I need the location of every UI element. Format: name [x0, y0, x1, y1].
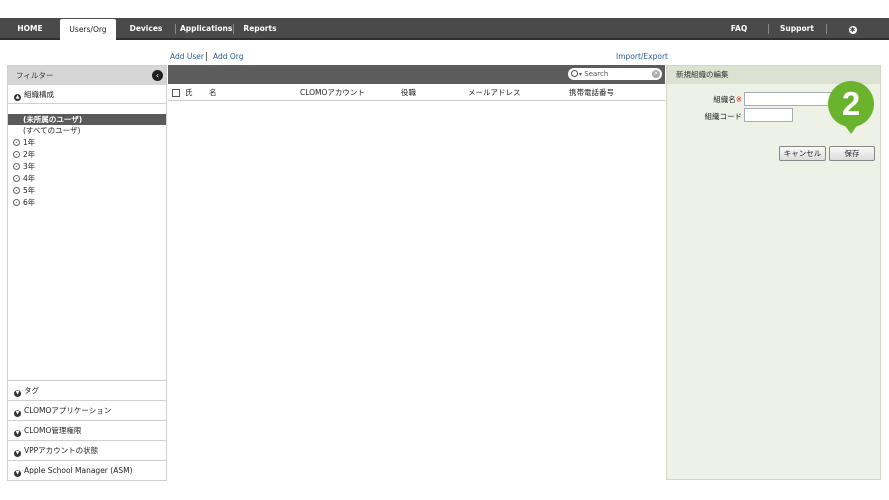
- import-export-link[interactable]: Import/Export: [616, 52, 668, 61]
- tree-item-grade[interactable]: 1年: [8, 137, 166, 149]
- tree-item-unassigned[interactable]: (未所属のユーザ): [8, 114, 166, 125]
- org-tree: (未所属のユーザ) (すべてのユーザ) 1年 2年 3年 4年 5年 6年: [8, 104, 166, 209]
- section-label: VPPアカウントの状態: [24, 446, 99, 455]
- save-button[interactable]: 保存: [829, 146, 875, 161]
- expand-circle-icon[interactable]: [13, 175, 20, 182]
- select-all-checkbox[interactable]: [172, 89, 180, 97]
- col-mobile[interactable]: 携帯電話番号: [569, 85, 614, 101]
- section-asm[interactable]: ▼ Apple School Manager (ASM): [8, 460, 166, 480]
- expand-down-icon: ▼: [14, 470, 21, 477]
- tree-item-grade[interactable]: 6年: [8, 197, 166, 209]
- tree-item-grade[interactable]: 3年: [8, 161, 166, 173]
- section-tags[interactable]: ▼ タグ: [8, 380, 166, 400]
- search-placeholder: Search: [584, 70, 609, 78]
- gear-icon: ✱: [848, 26, 857, 34]
- filter-sections: ▼ タグ ▼ CLOMOアプリケーション ▼ CLOMO管理権限 ▼ VPPアカウントの…: [8, 380, 166, 480]
- expand-circle-icon[interactable]: [13, 187, 20, 194]
- add-org-link[interactable]: Add Org: [213, 52, 244, 61]
- filter-title: フィルター: [16, 71, 54, 80]
- required-mark: ※: [735, 95, 742, 104]
- col-first-name[interactable]: 名: [209, 85, 217, 101]
- tree-item-label: 6年: [23, 198, 36, 207]
- expand-circle-icon[interactable]: [13, 163, 20, 170]
- tree-item-label: 2年: [23, 150, 36, 159]
- nav-reports[interactable]: Reports: [240, 18, 280, 40]
- expand-circle-icon[interactable]: [13, 151, 20, 158]
- org-code-label: 組織コード: [704, 112, 743, 121]
- nav-support[interactable]: Support: [778, 18, 816, 40]
- org-name-label: 組織名※: [713, 95, 742, 104]
- nav-settings[interactable]: ✱ Settings: [833, 18, 875, 55]
- nav-divider: [768, 24, 769, 34]
- nav-divider: [233, 24, 234, 34]
- step-callout-badge: 2: [828, 81, 874, 134]
- tree-item-label: 3年: [23, 162, 36, 171]
- tree-item-grade[interactable]: 5年: [8, 185, 166, 197]
- nav-settings-label: Settings: [836, 46, 872, 55]
- tree-item-all-users[interactable]: (すべてのユーザ): [8, 125, 166, 137]
- expand-down-icon: ▼: [14, 450, 21, 457]
- expand-circle-icon[interactable]: [13, 199, 20, 206]
- filter-panel: フィルター ‹ ▲ 組織構成 (未所属のユーザ) (すべてのユーザ) 1年 2年 …: [7, 65, 167, 481]
- search-input[interactable]: ▾ Search ×: [568, 68, 662, 80]
- clear-icon[interactable]: ×: [652, 70, 660, 78]
- list-toolbar: ▾ Search ×: [168, 65, 665, 84]
- expand-up-icon: ▲: [14, 94, 21, 101]
- section-vpp-status[interactable]: ▼ VPPアカウントの状態: [8, 440, 166, 460]
- expand-down-icon: ▼: [14, 410, 21, 417]
- cancel-button[interactable]: キャンセル: [779, 146, 826, 161]
- nav-users-org[interactable]: Users/Org: [60, 19, 116, 41]
- tree-item-label: 4年: [23, 174, 36, 183]
- nav-faq[interactable]: FAQ: [724, 18, 754, 40]
- section-clomo-permissions[interactable]: ▼ CLOMO管理権限: [8, 420, 166, 440]
- section-label: タグ: [24, 386, 39, 395]
- filter-header: フィルター ‹: [8, 66, 166, 85]
- table-header: 氏 名 CLOMOアカウント 役職 メールアドレス 携帯電話番号: [168, 85, 665, 101]
- col-position[interactable]: 役職: [401, 85, 416, 101]
- expand-down-icon: ▼: [14, 430, 21, 437]
- section-label: CLOMOアプリケーション: [24, 406, 112, 415]
- top-nav-bar: HOME Users/Org Devices Applications Repo…: [0, 18, 889, 55]
- nav-divider: [175, 24, 176, 34]
- dropdown-caret-icon: ▾: [579, 71, 583, 78]
- expand-circle-icon[interactable]: [13, 139, 20, 146]
- expand-down-icon: ▼: [14, 390, 21, 397]
- nav-applications[interactable]: Applications: [180, 18, 232, 40]
- nav-divider: [826, 24, 827, 34]
- search-icon: [571, 70, 578, 77]
- section-label: Apple School Manager (ASM): [24, 466, 133, 475]
- org-code-field[interactable]: [744, 108, 793, 122]
- step-number: 2: [828, 81, 874, 127]
- org-section-header[interactable]: ▲ 組織構成: [8, 85, 166, 104]
- link-divider: [206, 52, 207, 61]
- tree-item-grade[interactable]: 4年: [8, 173, 166, 185]
- tree-item-grade[interactable]: 2年: [8, 149, 166, 161]
- org-section-label: 組織構成: [24, 90, 54, 99]
- collapse-left-icon[interactable]: ‹: [152, 70, 163, 81]
- nav-devices[interactable]: Devices: [124, 18, 168, 40]
- add-user-link[interactable]: Add User: [170, 52, 204, 61]
- col-clomo-account[interactable]: CLOMOアカウント: [300, 85, 365, 101]
- tree-item-label: 1年: [23, 138, 36, 147]
- nav-home[interactable]: HOME: [8, 18, 52, 40]
- col-last-name[interactable]: 氏: [185, 85, 193, 101]
- section-label: CLOMO管理権限: [24, 426, 82, 435]
- col-email[interactable]: メールアドレス: [468, 85, 521, 101]
- tree-item-label: 5年: [23, 186, 36, 195]
- section-clomo-apps[interactable]: ▼ CLOMOアプリケーション: [8, 400, 166, 420]
